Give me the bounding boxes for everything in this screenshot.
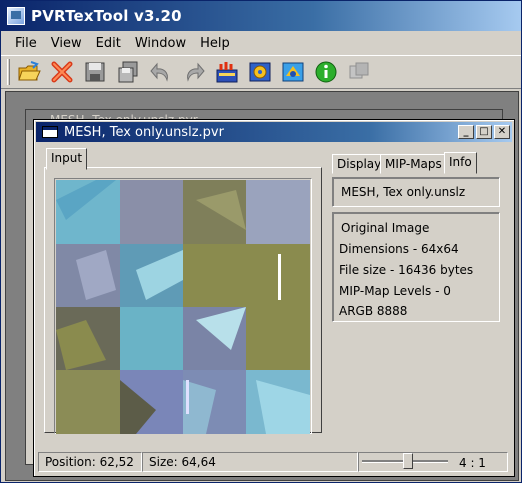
toolbar (1, 55, 521, 89)
close-window-icon: ✕ (497, 126, 507, 137)
document-window: MESH, Tex only.unslz.pvr _ □ ✕ Input Dis… (33, 119, 515, 477)
texture-name: MESH, Tex only.unslz (341, 185, 466, 199)
undo-icon (150, 62, 168, 82)
menu-window-label: Window (134, 35, 187, 51)
maximize-icon: □ (479, 126, 489, 137)
close-button[interactable] (49, 59, 75, 85)
redo-button[interactable] (181, 59, 207, 85)
tab-display[interactable]: Display (332, 154, 387, 174)
status-position: Position: 62,52 (38, 452, 142, 472)
tab-display-label: Display (337, 157, 382, 171)
redo-icon (187, 62, 205, 82)
open-icon (18, 61, 41, 81)
encode-icon (216, 62, 238, 83)
save-button[interactable] (82, 59, 108, 85)
document-icon (42, 126, 58, 138)
encode-button[interactable] (214, 59, 240, 85)
menu-view[interactable]: View (45, 34, 88, 53)
tab-input[interactable]: Input (46, 148, 88, 170)
tab-input-label: Input (51, 151, 83, 165)
info-heading: Original Image (341, 221, 430, 235)
menu-edit-label: Edit (95, 35, 121, 51)
compare-icon (349, 62, 369, 79)
compare-button[interactable] (346, 59, 372, 85)
zoom-level-text: 4 : 1 (459, 456, 486, 470)
save-all-icon (118, 61, 138, 83)
close-icon (51, 61, 73, 83)
document-title-bar[interactable]: MESH, Tex only.unslz.pvr _ □ ✕ (36, 122, 512, 142)
info-mip-levels: MIP-Map Levels - 0 (339, 284, 451, 298)
minimize-button[interactable]: _ (458, 125, 474, 139)
app-icon (7, 7, 25, 25)
menu-help-label: Help (200, 35, 230, 51)
export-icon (282, 62, 304, 82)
settings-icon (249, 62, 271, 82)
info-icon (315, 61, 337, 83)
status-position-text: Position: 62,52 (45, 455, 134, 469)
zoom-slider-thumb[interactable] (403, 453, 413, 469)
menu-file[interactable]: File (9, 34, 43, 53)
close-window-button[interactable]: ✕ (494, 125, 510, 139)
tab-info-label: Info (449, 155, 472, 169)
open-button[interactable] (16, 59, 42, 85)
status-size: Size: 64,64 (142, 452, 358, 472)
info-button[interactable] (313, 59, 339, 85)
minimize-icon: _ (463, 126, 469, 137)
export-button[interactable] (280, 59, 306, 85)
info-format: ARGB 8888 (339, 304, 408, 318)
title-bar[interactable]: PVRTexTool v3.20 (1, 1, 521, 31)
maximize-button[interactable]: □ (476, 125, 492, 139)
settings-button[interactable] (247, 59, 273, 85)
menu-help[interactable]: Help (194, 34, 236, 53)
save-icon (85, 62, 105, 82)
tab-mip-maps-label: MIP-Maps (385, 157, 442, 171)
toolbar-grip[interactable] (7, 59, 10, 85)
menu-view-label: View (50, 35, 82, 51)
info-box: Original Image Dimensions - 64x64 File s… (332, 212, 500, 322)
tab-mip-maps[interactable]: MIP-Maps (380, 154, 447, 174)
tab-info[interactable]: Info (444, 152, 477, 174)
menu-bar: File View Edit Window Help (1, 31, 521, 55)
texture-image (56, 180, 310, 434)
texture-preview[interactable] (56, 180, 310, 434)
app-title: PVRTexTool v3.20 (31, 7, 182, 25)
undo-button[interactable] (148, 59, 174, 85)
menu-window[interactable]: Window (129, 34, 192, 53)
texture-name-box: MESH, Tex only.unslz (332, 177, 500, 207)
status-size-text: Size: 64,64 (149, 455, 216, 469)
texture-preview-frame (54, 178, 312, 434)
app-window: PVRTexTool v3.20 File View Edit Window H… (0, 0, 522, 483)
info-dimensions: Dimensions - 64x64 (339, 242, 459, 256)
save-all-button[interactable] (115, 59, 141, 85)
info-file-size: File size - 16436 bytes (339, 263, 474, 277)
menu-edit[interactable]: Edit (90, 34, 127, 53)
menu-file-label: File (15, 35, 37, 51)
document-title: MESH, Tex only.unslz.pvr (64, 124, 224, 140)
